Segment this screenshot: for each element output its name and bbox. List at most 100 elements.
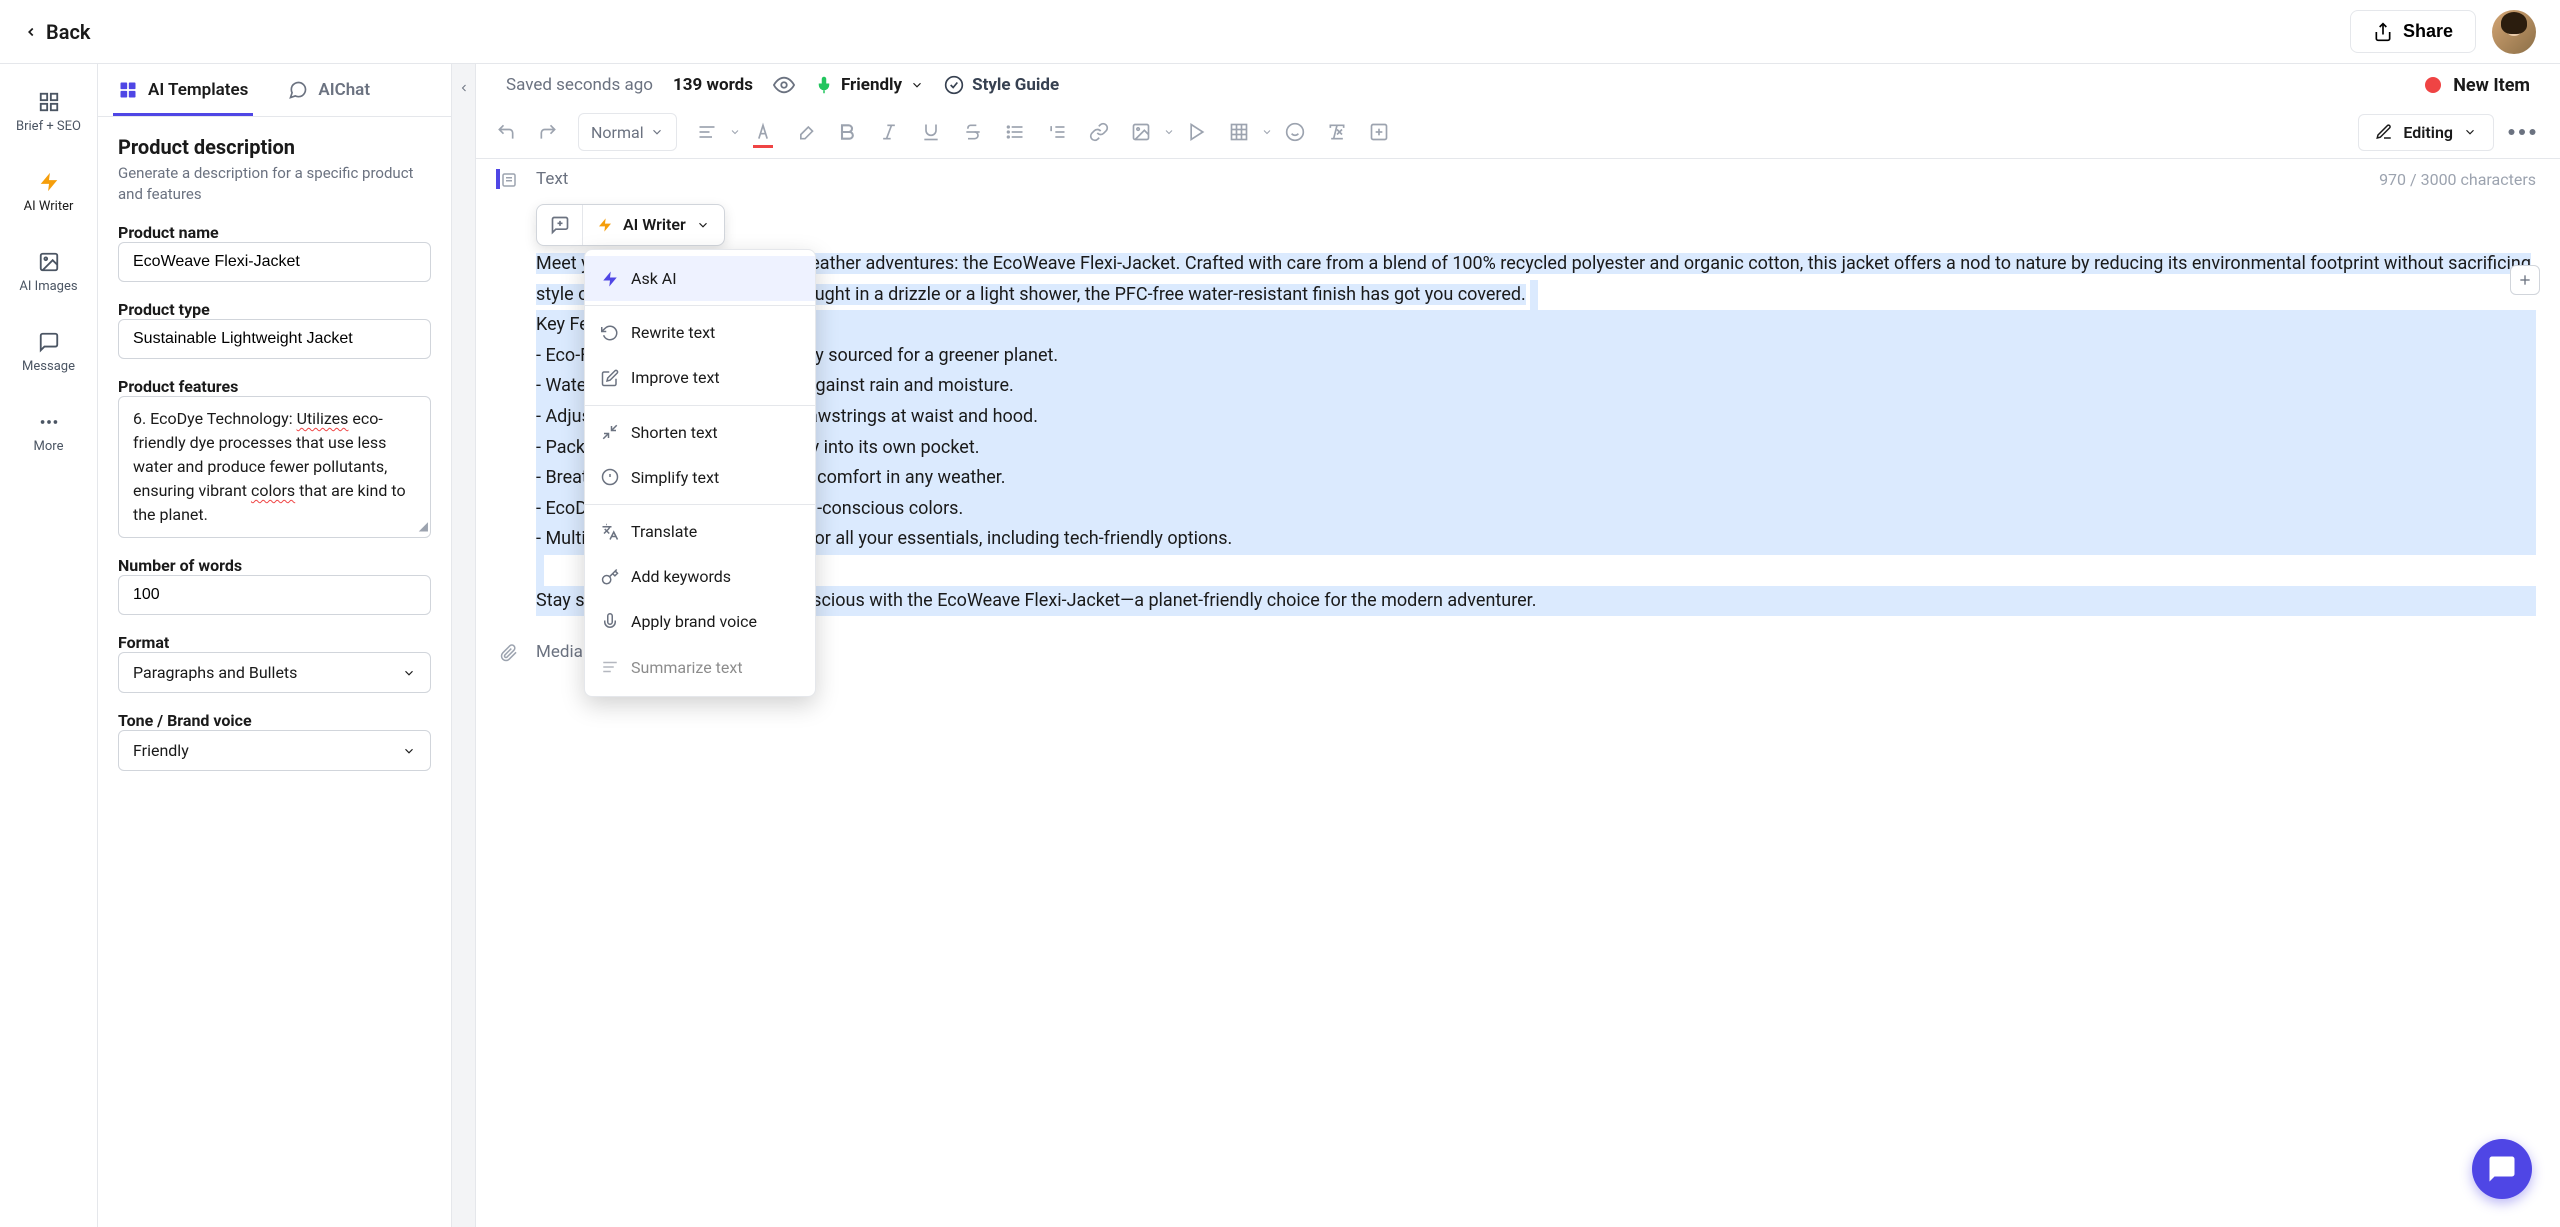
strikethrough-button[interactable] [953, 112, 993, 152]
message-icon [38, 331, 60, 353]
insert-image-button[interactable] [1121, 112, 1161, 152]
help-chat-button[interactable] [2472, 1139, 2532, 1199]
bolt-icon [38, 171, 60, 193]
more-icon [2504, 114, 2540, 150]
redo-button[interactable] [528, 112, 568, 152]
product-name-label: Product name [118, 223, 431, 242]
ai-menu-improve[interactable]: Improve text [585, 355, 815, 400]
list-icon [1005, 122, 1025, 142]
add-block-button[interactable] [2510, 265, 2540, 295]
highlight-button[interactable] [785, 112, 825, 152]
rail-item-brief[interactable]: Brief + SEO [0, 72, 97, 152]
mic-icon [601, 613, 619, 631]
eye-icon[interactable] [773, 74, 795, 96]
resize-grip-icon[interactable]: ◢ [419, 517, 428, 535]
format-label: Format [118, 633, 431, 652]
ai-menu-keywords[interactable]: Add keywords [585, 554, 815, 599]
undo-button[interactable] [486, 112, 526, 152]
back-label: Back [46, 20, 90, 44]
ai-writer-dropdown[interactable]: AI Writer [583, 205, 724, 245]
ai-menu-shorten[interactable]: Shorten text [585, 410, 815, 455]
check-circle-icon [944, 75, 964, 95]
text-content[interactable]: AI Writer Ask AI Rewrite tex [536, 203, 2536, 616]
editing-mode-button[interactable]: Editing [2358, 114, 2494, 151]
chat-icon [2487, 1154, 2517, 1184]
outro-paragraph: Stay stylish, prepared, and eco-consciou… [536, 586, 2536, 617]
summarize-icon [601, 658, 619, 676]
ai-menu-rewrite[interactable]: Rewrite text [585, 310, 815, 355]
ai-menu-brand-voice[interactable]: Apply brand voice [585, 599, 815, 644]
word-count: 139 words [673, 75, 753, 95]
ai-menu: Ask AI Rewrite text Improve text [584, 249, 816, 697]
share-icon [2373, 22, 2393, 42]
collapse-sidebar-button[interactable] [452, 64, 476, 1227]
play-icon [1187, 122, 1207, 142]
product-type-input[interactable] [118, 319, 431, 359]
comment-icon [550, 215, 570, 235]
add-button[interactable] [1359, 112, 1399, 152]
avatar[interactable] [2492, 10, 2536, 54]
chevron-down-icon [696, 218, 710, 232]
emoji-button[interactable] [1275, 112, 1315, 152]
align-left-icon [697, 122, 717, 142]
num-words-input[interactable] [118, 575, 431, 615]
editing-label: Editing [2403, 123, 2453, 142]
bullet-list-button[interactable] [995, 112, 1035, 152]
share-button[interactable]: Share [2350, 10, 2476, 53]
block-handle[interactable] [500, 169, 522, 189]
feature-item: - Multiple Pockets: Handy storage for al… [536, 524, 2536, 555]
rail-label: Message [22, 359, 75, 374]
chevron-down-icon[interactable] [1163, 125, 1175, 139]
rail-label: More [34, 439, 64, 454]
text-color-button[interactable] [743, 112, 783, 152]
block-type-label: Text [536, 169, 568, 189]
link-button[interactable] [1079, 112, 1119, 152]
underline-button[interactable] [911, 112, 951, 152]
product-features-textarea[interactable]: 6. EcoDye Technology: Utilizes eco-frien… [118, 396, 431, 538]
align-button[interactable] [687, 112, 727, 152]
product-name-input[interactable] [118, 242, 431, 282]
compress-icon [601, 423, 619, 441]
rail-item-writer[interactable]: AI Writer [0, 152, 97, 232]
format-select[interactable]: Paragraphs and Bullets [118, 652, 431, 693]
ai-menu-ask[interactable]: Ask AI [585, 256, 815, 301]
rail-item-more[interactable]: More [0, 392, 97, 472]
video-button[interactable] [1177, 112, 1217, 152]
paragraph-style-select[interactable]: Normal [578, 113, 677, 151]
redo-icon [538, 122, 558, 142]
style-guide-button[interactable]: Style Guide [944, 75, 1059, 95]
ai-menu-translate[interactable]: Translate [585, 509, 815, 554]
char-counter: 970 / 3000 characters [2379, 170, 2536, 189]
toolbar-more-button[interactable] [2504, 114, 2540, 150]
tone-chip[interactable]: Friendly [815, 75, 924, 95]
chevron-left-icon [458, 78, 470, 98]
tone-value: Friendly [133, 741, 189, 760]
back-button[interactable]: Back [24, 20, 90, 44]
templates-icon [118, 80, 138, 100]
block-type-label: Media [536, 642, 583, 662]
chevron-down-icon[interactable] [1261, 125, 1273, 139]
clear-format-button[interactable] [1317, 112, 1357, 152]
italic-button[interactable] [869, 112, 909, 152]
tab-aichat[interactable]: AIChat [268, 64, 390, 116]
bolt-icon [601, 270, 619, 288]
ai-menu-simplify[interactable]: Simplify text [585, 455, 815, 500]
saved-indicator: Saved seconds ago [506, 75, 653, 95]
rail-item-images[interactable]: AI Images [0, 232, 97, 312]
numbered-list-button[interactable] [1037, 112, 1077, 152]
editor-toolbar: Normal Editing [476, 106, 2560, 159]
image-icon [1131, 122, 1151, 142]
bold-button[interactable] [827, 112, 867, 152]
table-button[interactable] [1219, 112, 1259, 152]
tab-ai-templates[interactable]: AI Templates [98, 64, 268, 116]
refresh-icon [601, 324, 619, 342]
ai-menu-summarize[interactable]: Summarize text [585, 645, 815, 690]
comment-button[interactable] [537, 205, 583, 245]
block-handle[interactable] [500, 642, 522, 662]
rail-item-message[interactable]: Message [0, 312, 97, 392]
text-block-icon [500, 171, 518, 189]
tone-select[interactable]: Friendly [118, 730, 431, 771]
mic-icon [815, 76, 833, 94]
link-icon [1089, 122, 1109, 142]
chevron-down-icon[interactable] [729, 125, 741, 139]
